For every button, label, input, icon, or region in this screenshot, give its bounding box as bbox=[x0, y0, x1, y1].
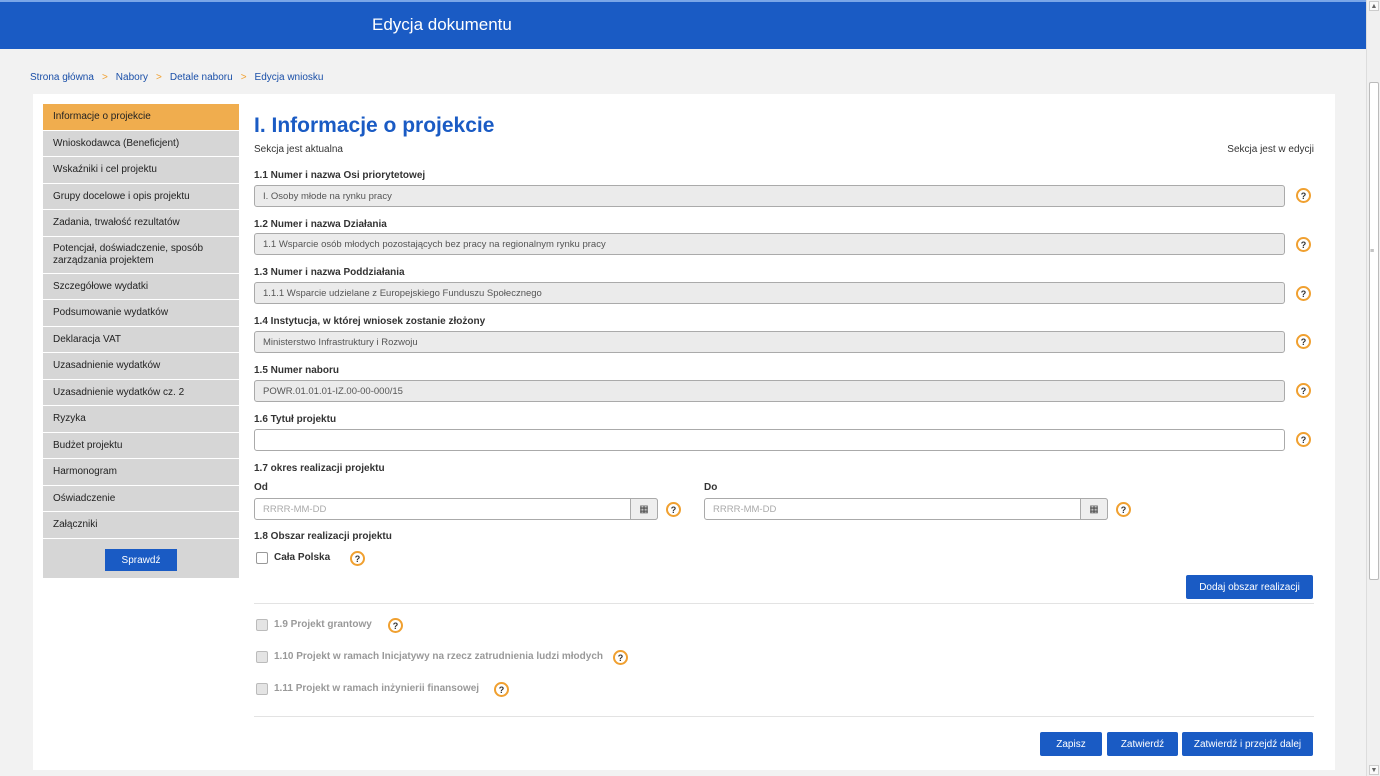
section-status-current: Sekcja jest aktualna bbox=[254, 144, 343, 155]
youth-initiative-checkbox[interactable] bbox=[256, 651, 268, 663]
priority-axis-field: I. Osoby młode na rynku pracy bbox=[254, 185, 1285, 207]
financial-engineering-label: 1.11 Projekt w ramach inżynierii finanso… bbox=[274, 683, 480, 694]
youth-initiative-label: 1.10 Projekt w ramach Inicjatywy na rzec… bbox=[274, 651, 603, 662]
breadcrumb-detale[interactable]: Detale naboru bbox=[170, 72, 233, 83]
field-label-1-4: 1.4 Instytucja, w której wniosek zostani… bbox=[254, 316, 486, 327]
sub-action-field: 1.1.1 Wsparcie udzielane z Europejskiego… bbox=[254, 282, 1285, 304]
date-to-label: Do bbox=[704, 482, 718, 493]
breadcrumb-separator: > bbox=[156, 72, 162, 83]
page-title: Edycja dokumentu bbox=[372, 15, 512, 34]
calendar-icon[interactable]: ▦ bbox=[630, 498, 658, 520]
breadcrumb-current: Edycja wniosku bbox=[254, 72, 324, 83]
project-title-input[interactable] bbox=[254, 429, 1285, 451]
main-panel: Informacje o projekcie Wnioskodawca (Ben… bbox=[33, 94, 1335, 770]
breadcrumb-separator: > bbox=[240, 72, 247, 83]
help-icon[interactable]: ? bbox=[494, 682, 509, 697]
sidebar-item-potencjal[interactable]: Potencjał, doświadczenie, sposób zarządz… bbox=[43, 236, 239, 274]
section-status-editing: Sekcja jest w edycji bbox=[1227, 144, 1314, 155]
action-field: 1.1 Wsparcie osób młodych pozostających … bbox=[254, 233, 1285, 255]
add-area-button[interactable]: Dodaj obszar realizacji bbox=[1186, 575, 1313, 599]
date-from-input[interactable]: RRRR-MM-DD bbox=[254, 498, 658, 520]
help-icon[interactable]: ? bbox=[350, 551, 365, 566]
sidebar-item-wnioskodawca[interactable]: Wnioskodawca (Beneficjent) bbox=[43, 130, 239, 157]
sidebar-item-harmonogram[interactable]: Harmonogram bbox=[43, 459, 239, 486]
sidebar-item-vat[interactable]: Deklaracja VAT bbox=[43, 326, 239, 353]
whole-poland-checkbox[interactable] bbox=[256, 552, 268, 564]
sidebar-item-zadania[interactable]: Zadania, trwałość rezultatów bbox=[43, 210, 239, 237]
field-label-1-6: 1.6 Tytuł projektu bbox=[254, 414, 337, 425]
divider bbox=[254, 716, 1314, 717]
help-icon[interactable]: ? bbox=[1296, 383, 1311, 398]
section-sidebar: Informacje o projekcie Wnioskodawca (Ben… bbox=[43, 104, 239, 578]
scroll-thumb[interactable] bbox=[1369, 82, 1379, 580]
approve-next-button[interactable]: Zatwierdź i przejdź dalej bbox=[1182, 732, 1313, 756]
breadcrumb-home[interactable]: Strona główna bbox=[30, 72, 94, 83]
approve-button[interactable]: Zatwierdź bbox=[1107, 732, 1178, 756]
sidebar-item-szczegolowe[interactable]: Szczegółowe wydatki bbox=[43, 273, 239, 300]
institution-field: Ministerstwo Infrastruktury i Rozwoju bbox=[254, 331, 1285, 353]
breadcrumb: Strona główna > Nabory > Detale naboru > Edycj… bbox=[30, 72, 323, 83]
sidebar-item-podsumowanie[interactable]: Podsumowanie wydatków bbox=[43, 300, 239, 327]
field-label-1-5: 1.5 Numer naboru bbox=[254, 365, 340, 376]
section-title: I. Informacje o projekcie bbox=[254, 114, 495, 137]
sidebar-item-oswiadczenie[interactable]: Oświadczenie bbox=[43, 485, 239, 512]
field-label-1-2: 1.2 Numer i nazwa Działania bbox=[254, 219, 387, 230]
sidebar-item-informacje[interactable]: Informacje o projekcie bbox=[43, 104, 239, 131]
sidebar-item-ryzyka[interactable]: Ryzyka bbox=[43, 406, 239, 433]
financial-engineering-checkbox[interactable] bbox=[256, 683, 268, 695]
field-label-1-3: 1.3 Numer i nazwa Poddziałania bbox=[254, 267, 405, 278]
field-label-1-1: 1.1 Numer i nazwa Osi priorytetowej bbox=[254, 170, 426, 181]
sidebar-item-grupy[interactable]: Grupy docelowe i opis projektu bbox=[43, 183, 239, 210]
field-label-1-7: 1.7 okres realizacji projektu bbox=[254, 463, 385, 474]
help-icon[interactable]: ? bbox=[388, 618, 403, 633]
help-icon[interactable]: ? bbox=[1296, 188, 1311, 203]
scroll-up-icon[interactable]: ▲ bbox=[1369, 1, 1379, 11]
whole-poland-label: Cała Polska bbox=[274, 552, 331, 563]
sidebar-item-uzasadnienie-2[interactable]: Uzasadnienie wydatków cz. 2 bbox=[43, 379, 239, 406]
divider bbox=[254, 603, 1314, 604]
grip-icon: ≡ bbox=[1370, 248, 1375, 255]
field-label-1-8: 1.8 Obszar realizacji projektu bbox=[254, 531, 392, 542]
call-number-field: POWR.01.01.01-IZ.00-00-000/15 bbox=[254, 380, 1285, 402]
top-bar: Edycja dokumentu bbox=[0, 0, 1366, 49]
scroll-down-icon[interactable]: ▼ bbox=[1369, 765, 1379, 775]
sidebar-item-wskazniki[interactable]: Wskaźniki i cel projektu bbox=[43, 157, 239, 184]
help-icon[interactable]: ? bbox=[666, 502, 681, 517]
grant-project-label: 1.9 Projekt grantowy bbox=[274, 619, 372, 630]
help-icon[interactable]: ? bbox=[1296, 432, 1311, 447]
sidebar-item-zalaczniki[interactable]: Załączniki bbox=[43, 512, 239, 539]
help-icon[interactable]: ? bbox=[1296, 286, 1311, 301]
help-icon[interactable]: ? bbox=[613, 650, 628, 665]
save-button[interactable]: Zapisz bbox=[1040, 732, 1102, 756]
calendar-icon[interactable]: ▦ bbox=[1080, 498, 1108, 520]
breadcrumb-separator: > bbox=[101, 72, 108, 83]
sidebar-item-uzasadnienie[interactable]: Uzasadnienie wydatków bbox=[43, 353, 239, 380]
date-from-label: Od bbox=[254, 482, 268, 493]
section-content: I. Informacje o projekcie Sekcja jest ak… bbox=[254, 94, 1314, 770]
date-to-input[interactable]: RRRR-MM-DD bbox=[704, 498, 1108, 520]
grant-project-checkbox[interactable] bbox=[256, 619, 268, 631]
vertical-scrollbar[interactable]: ▲ ≡ ▼ bbox=[1366, 0, 1380, 776]
breadcrumb-nabory[interactable]: Nabory bbox=[116, 72, 148, 83]
help-icon[interactable]: ? bbox=[1296, 237, 1311, 252]
sidebar-item-budzet[interactable]: Budżet projektu bbox=[43, 432, 239, 459]
help-icon[interactable]: ? bbox=[1296, 334, 1311, 349]
help-icon[interactable]: ? bbox=[1116, 502, 1131, 517]
check-button[interactable]: Sprawdź bbox=[105, 549, 177, 571]
